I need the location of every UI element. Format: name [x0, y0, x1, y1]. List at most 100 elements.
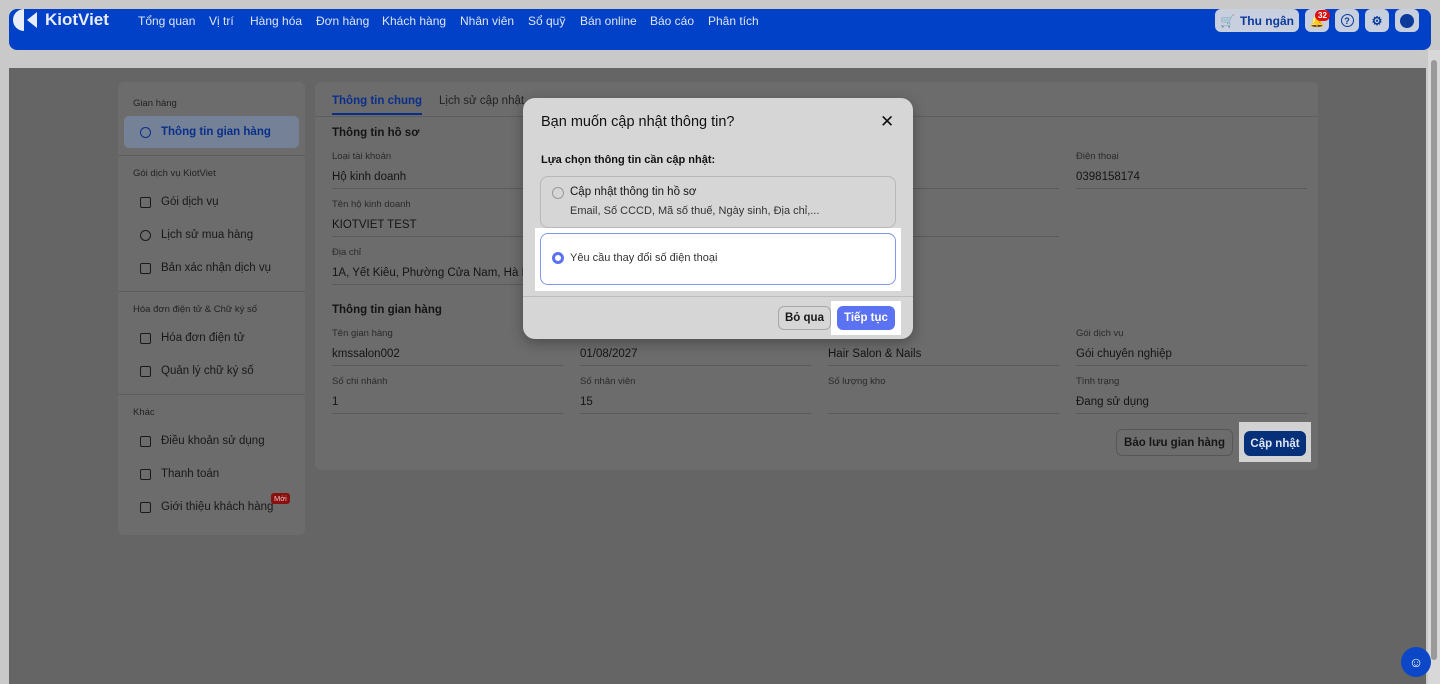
- wallet-icon: [140, 468, 151, 480]
- account-button[interactable]: [1395, 9, 1419, 32]
- nav-ban-online[interactable]: Bán online: [580, 14, 637, 28]
- sidebar-group-title: Khác: [133, 407, 155, 418]
- nav-phan-tich[interactable]: Phân tích: [708, 14, 759, 28]
- field-underline: [1076, 188, 1307, 189]
- tab-lich-su-cap-nhat[interactable]: Lịch sử cập nhật: [439, 95, 524, 107]
- field-value: Đang sử dụng: [1076, 396, 1149, 408]
- option-title: Yêu cầu thay đổi số điện thoại: [570, 252, 718, 264]
- section-title: Thông tin hồ sơ: [332, 127, 420, 139]
- signature-icon: [140, 365, 151, 377]
- field-value: 15: [580, 396, 593, 408]
- modal-title: Bạn muốn cập nhật thông tin?: [541, 114, 735, 130]
- continue-button[interactable]: Tiếp tục: [837, 306, 895, 330]
- sidebar-item-label: Gói dịch vụ: [161, 196, 219, 208]
- option-update-profile[interactable]: [540, 176, 896, 228]
- sidebar-item-chu-ky-so[interactable]: Quản lý chữ ký số: [140, 365, 254, 377]
- field-value: 1A, Yết Kiêu, Phường Cửa Nam, Hà Nội: [332, 267, 539, 279]
- modal-prompt: Lựa chọn thông tin cần cập nhật:: [541, 154, 716, 166]
- radio-unchecked[interactable]: [552, 187, 564, 199]
- divider: [118, 394, 305, 395]
- notification-badge: 32: [1315, 10, 1330, 21]
- field-underline: [580, 365, 811, 366]
- sidebar-item-label: Bản xác nhận dịch vụ: [161, 262, 271, 274]
- sidebar-item-label: Thông tin gian hàng: [161, 126, 271, 138]
- field-value: Gói chuyên nghiệp: [1076, 348, 1172, 360]
- field-value: Hộ kinh doanh: [332, 171, 407, 183]
- cashier-label: Thu ngân: [1239, 13, 1294, 28]
- field-label: Số nhân viên: [580, 376, 636, 387]
- sidebar-item-ban-xac-nhan[interactable]: Bản xác nhận dịch vụ: [140, 262, 271, 274]
- sidebar-item-label: Quản lý chữ ký số: [161, 365, 254, 377]
- field-label: Tình trạng: [1076, 376, 1120, 387]
- sidebar-item-label: Điều khoản sử dụng: [161, 435, 265, 447]
- nav-don-hang[interactable]: Đơn hàng: [316, 14, 369, 28]
- field-underline: [332, 413, 563, 414]
- field-underline: [1076, 365, 1307, 366]
- field-value: 01/08/2027: [580, 348, 638, 360]
- nav-so-quy[interactable]: Sổ quỹ: [528, 14, 565, 28]
- brand-name: KiotViet: [45, 10, 109, 29]
- section-title: Thông tin gian hàng: [332, 304, 442, 316]
- kiotviet-logo[interactable]: KiotViet: [13, 8, 109, 32]
- field-label: Địa chỉ: [332, 247, 362, 258]
- field-underline: [1076, 413, 1307, 414]
- kiotviet-logo-icon: [13, 9, 37, 31]
- cashier-button[interactable]: 🛒 Thu ngân: [1215, 9, 1299, 32]
- store-icon: [140, 196, 151, 208]
- sidebar-item-thanh-toan[interactable]: Thanh toán: [140, 468, 219, 480]
- help-icon: ?: [1340, 14, 1354, 27]
- field-value: kmssalon002: [332, 348, 400, 360]
- nav-khach-hang[interactable]: Khách hàng: [382, 14, 446, 28]
- close-icon[interactable]: ✕: [880, 112, 894, 132]
- sidebar-item-gioi-thieu[interactable]: Giới thiệu khách hàng: [140, 501, 273, 513]
- field-value: Hair Salon & Nails: [828, 348, 922, 360]
- nav-vi-tri[interactable]: Vị trí: [209, 14, 234, 28]
- sidebar-group-title: Gói dịch vụ KiotViet: [133, 168, 216, 179]
- settings-button[interactable]: ⚙: [1365, 9, 1389, 32]
- field-label: Tên hộ kinh doanh: [332, 199, 411, 210]
- nav-tong-quan[interactable]: Tổng quan: [138, 14, 195, 28]
- divider: [118, 155, 305, 156]
- invoice-icon: [140, 332, 151, 344]
- sidebar-item-label: Lịch sử mua hàng: [161, 229, 254, 241]
- update-button[interactable]: Cập nhật: [1244, 431, 1306, 456]
- mail-icon: [140, 501, 151, 513]
- sidebar-item-hoa-don-dien-tu[interactable]: Hóa đơn điện tử: [140, 332, 245, 344]
- field-value: 0398158174: [1076, 171, 1140, 183]
- field-underline: [828, 365, 1059, 366]
- sidebar-item-dieu-khoan[interactable]: Điều khoản sử dụng: [140, 435, 265, 447]
- field-label: Số chi nhánh: [332, 376, 388, 387]
- modal-footer-divider: [523, 296, 913, 297]
- documents-icon: [140, 435, 151, 447]
- option-desc: Email, Số CCCD, Mã số thuế, Ngày sinh, Đ…: [570, 205, 820, 217]
- sidebar-item-label: Thanh toán: [161, 468, 220, 480]
- backup-store-button[interactable]: Bảo lưu gian hàng: [1116, 429, 1233, 456]
- radio-checked[interactable]: [552, 252, 564, 264]
- sidebar-item-goi-dich-vu[interactable]: Gói dịch vụ: [140, 196, 219, 208]
- help-button[interactable]: ?: [1335, 9, 1359, 32]
- scrollbar[interactable]: [1428, 50, 1440, 684]
- sidebar-item-label: Giới thiệu khách hàng: [161, 501, 274, 513]
- field-label: Tên gian hàng: [332, 328, 393, 339]
- field-underline: [580, 413, 811, 414]
- user-circle-icon: [140, 126, 151, 138]
- sidebar-group-title: Gian hàng: [133, 98, 177, 109]
- history-icon: [140, 229, 151, 241]
- sidebar-item-label: Hóa đơn điện tử: [161, 332, 245, 344]
- sidebar-item-thong-tin-gian-hang[interactable]: Thông tin gian hàng: [140, 126, 271, 138]
- nav-hang-hoa[interactable]: Hàng hóa: [250, 14, 302, 28]
- cancel-button[interactable]: Bỏ qua: [778, 306, 831, 330]
- divider: [118, 291, 305, 292]
- field-underline: [828, 413, 1059, 414]
- sidebar-item-lich-su-mua-hang[interactable]: Lịch sử mua hàng: [140, 229, 253, 241]
- nav-nhan-vien[interactable]: Nhân viên: [460, 14, 514, 28]
- new-badge: Mới: [271, 493, 290, 504]
- user-avatar-icon: [1400, 13, 1414, 28]
- document-check-icon: [140, 262, 151, 274]
- support-chat-button[interactable]: ☺: [1401, 647, 1431, 677]
- field-label: Loại tài khoản: [332, 151, 392, 162]
- field-value: 1: [332, 396, 339, 408]
- headset-icon: ☺: [1408, 654, 1424, 670]
- nav-bao-cao[interactable]: Báo cáo: [650, 14, 694, 28]
- tab-thong-tin-chung[interactable]: Thông tin chung: [332, 95, 423, 115]
